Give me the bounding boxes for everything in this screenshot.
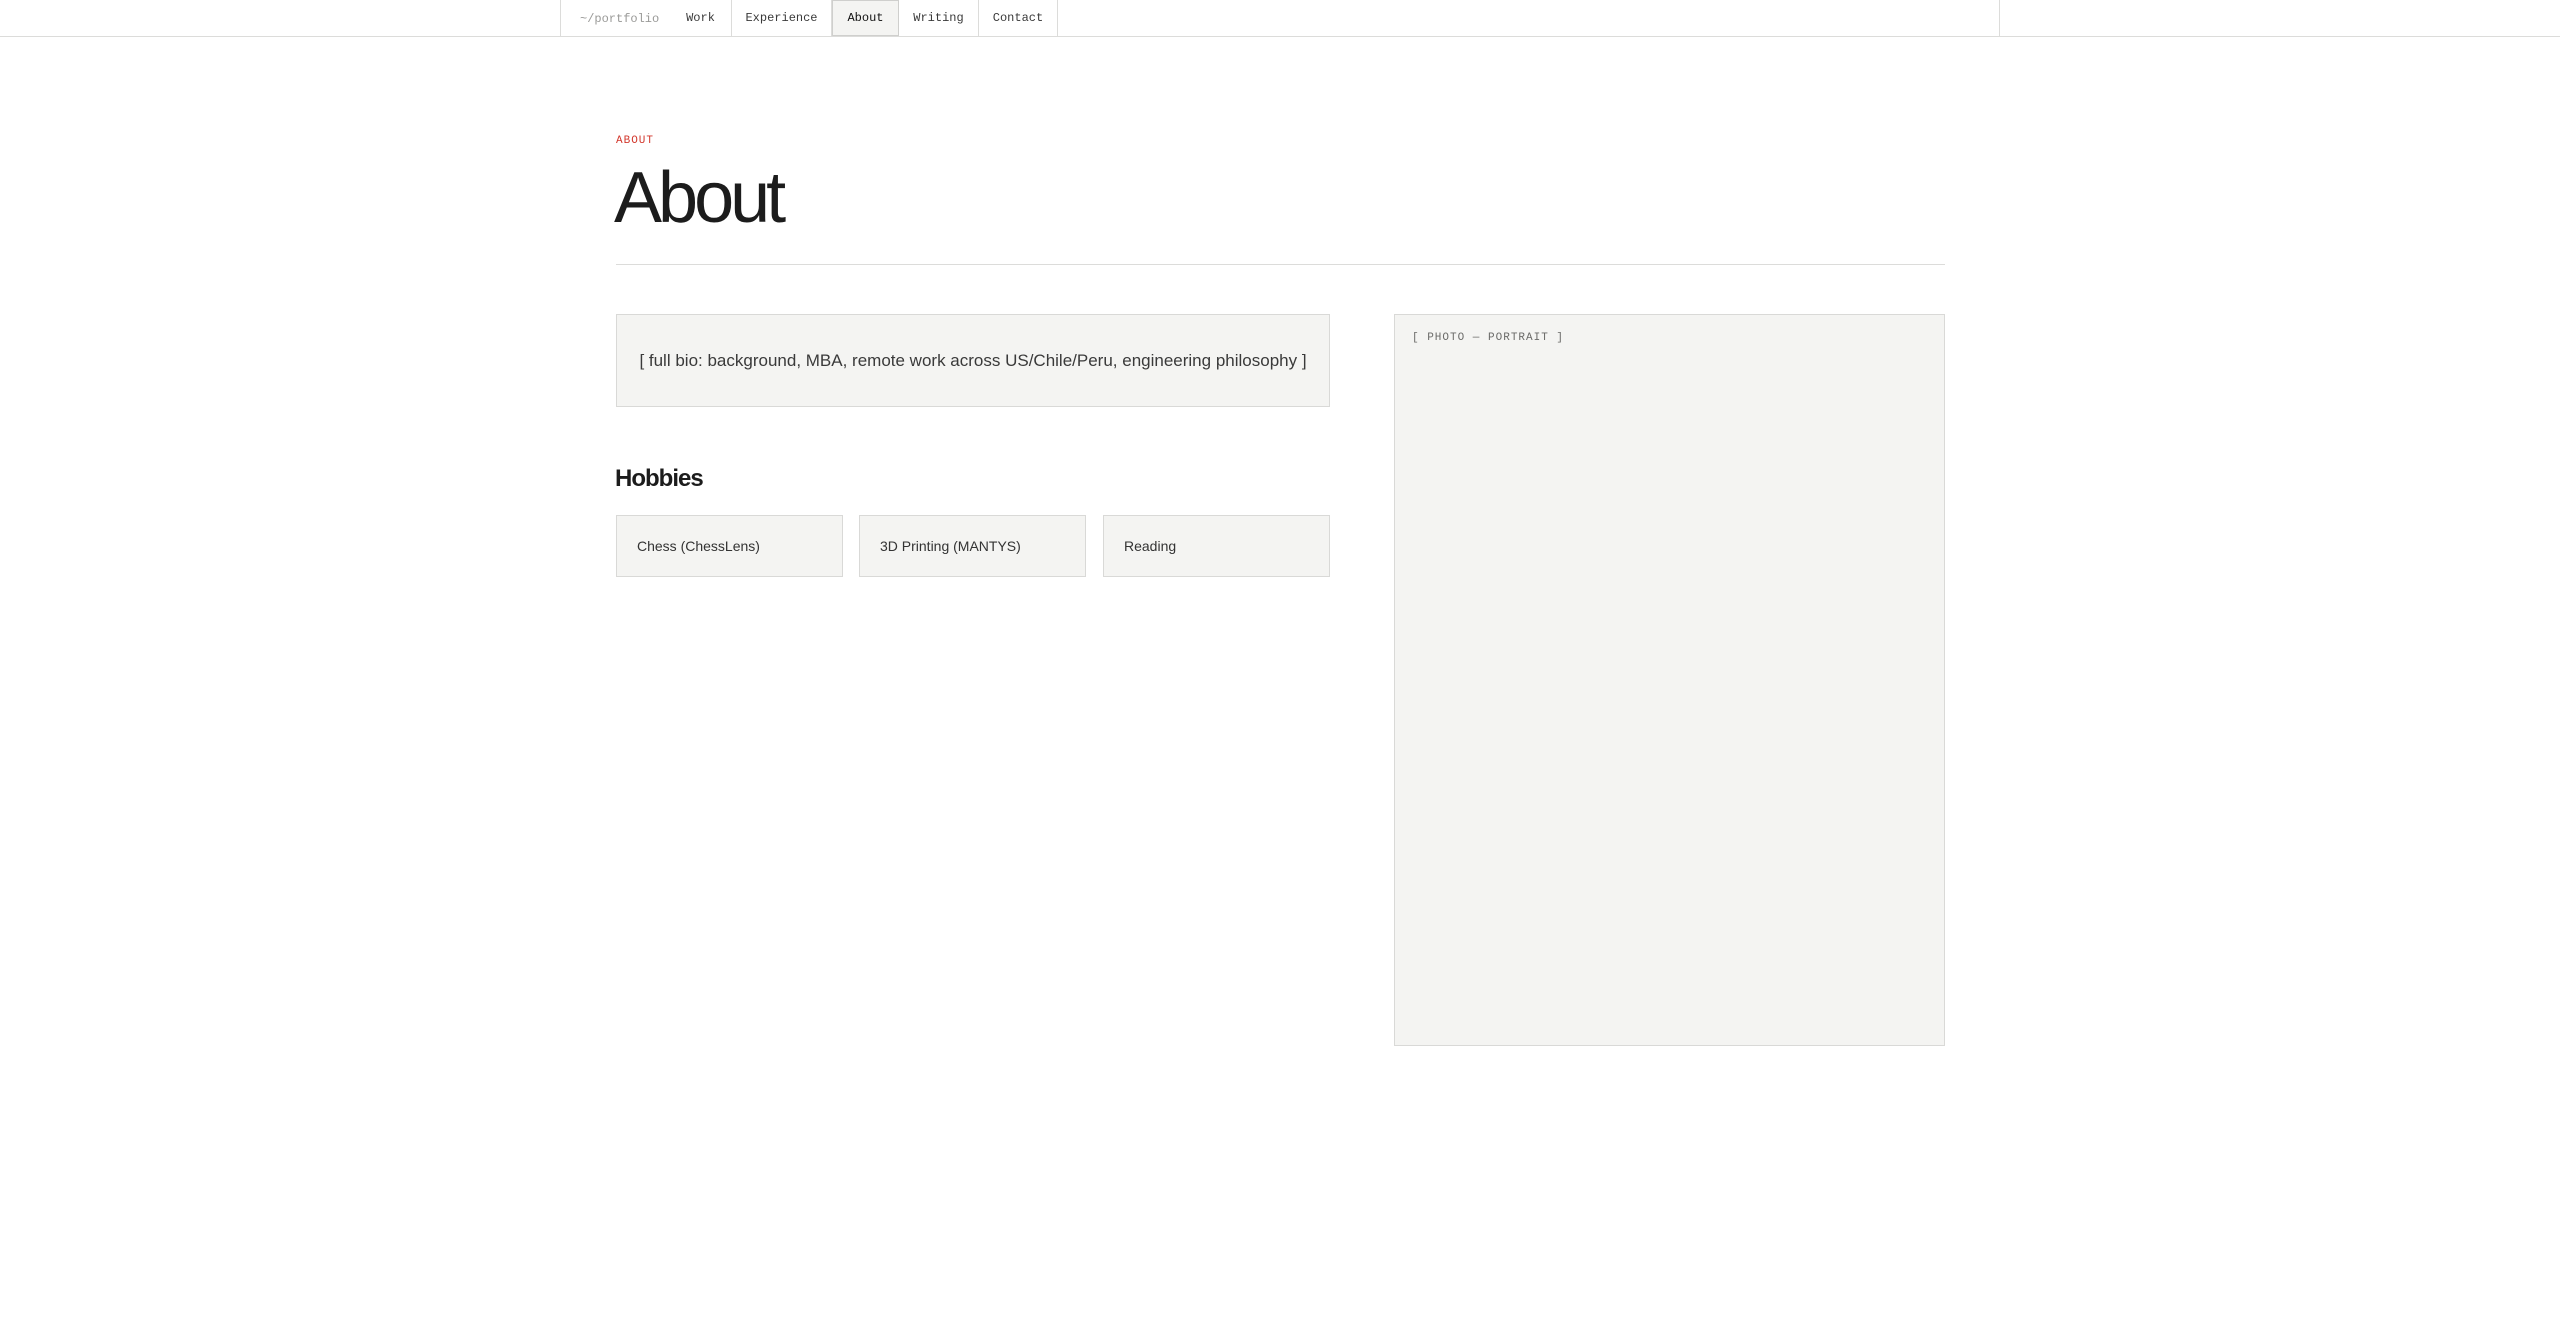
bio-text: [ full bio: background, MBA, remote work… (639, 350, 1307, 370)
section-eyebrow: ABOUT (616, 135, 655, 147)
brand-link[interactable]: ~/portfolio (561, 0, 670, 37)
nav-item-work[interactable]: Work (670, 0, 732, 36)
header-divider (616, 264, 1945, 265)
nav-item-contact[interactable]: Contact (979, 0, 1058, 36)
portrait-label: [ PHOTO — PORTRAIT ] (1412, 332, 1565, 344)
top-navigation-bar: ~/portfolio Work Experience About Writin… (0, 0, 2560, 37)
nav-frame: ~/portfolio Work Experience About Writin… (560, 0, 2000, 37)
nav-item-experience[interactable]: Experience (732, 0, 832, 36)
page-title: About (614, 158, 786, 238)
hobby-card-chess: Chess (ChessLens) (616, 515, 843, 577)
nav-item-writing[interactable]: Writing (899, 0, 979, 36)
hobby-card-3d-printing: 3D Printing (MANTYS) (859, 515, 1086, 577)
hobbies-heading: Hobbies (615, 465, 704, 492)
bio-placeholder: [ full bio: background, MBA, remote work… (616, 314, 1330, 407)
hobby-card-reading: Reading (1103, 515, 1330, 577)
portrait-photo-placeholder: [ PHOTO — PORTRAIT ] (1394, 314, 1945, 1046)
nav-item-about[interactable]: About (832, 0, 899, 36)
